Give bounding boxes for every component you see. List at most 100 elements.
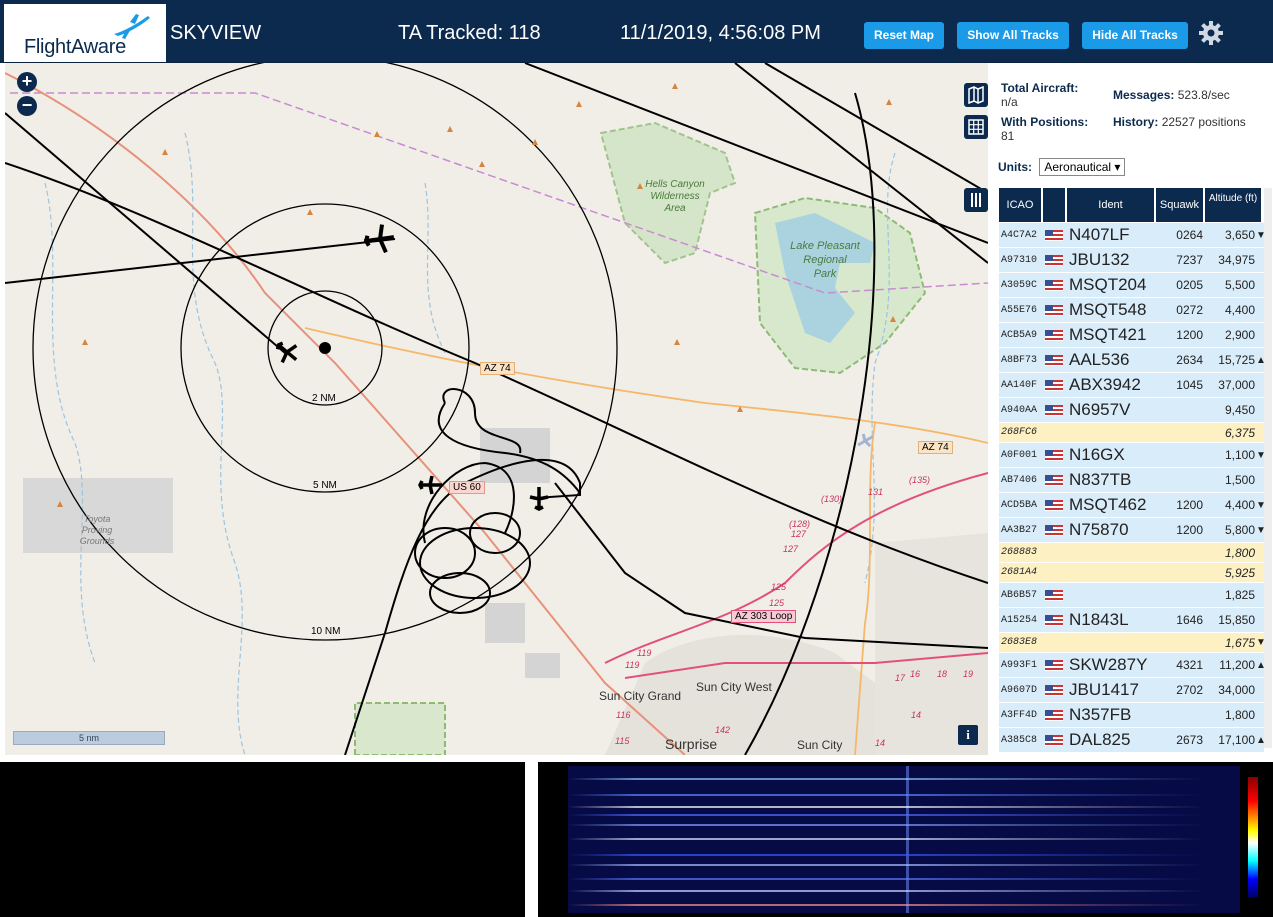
ident-cell: JBU132	[1069, 250, 1130, 269]
table-row[interactable]: A385C8 DAL825 2673 17,100 ▲	[999, 728, 1266, 753]
table-row[interactable]: 268FC6 6,375	[999, 423, 1264, 443]
us-flag-icon	[1045, 499, 1063, 511]
col-header-flag[interactable]	[1043, 188, 1065, 222]
us-flag-icon	[1045, 589, 1063, 601]
ring-label-10nm: 10 NM	[311, 626, 341, 637]
table-row[interactable]: A15254 N1843L 1646 15,850	[999, 608, 1264, 633]
icao-cell: A15254	[1001, 614, 1038, 626]
aircraft-icon[interactable]	[418, 475, 442, 495]
icao-cell: AB7406	[1001, 474, 1038, 486]
place-label-sun-city-west: Sun City West	[696, 680, 772, 694]
waterfall-signal-line	[568, 878, 1240, 880]
altitude-cell: 1,500	[1224, 473, 1255, 487]
milepost-label: 115	[615, 736, 630, 746]
milepost-label: 16	[910, 669, 921, 679]
zoom-out-button[interactable]: −	[17, 96, 37, 116]
table-row[interactable]: A97310 JBU132 7237 34,975	[999, 248, 1264, 273]
us-60-road	[5, 72, 686, 755]
hide-all-tracks-button[interactable]: Hide All Tracks	[1082, 22, 1188, 49]
map-view[interactable]: 2 NM 5 NM 10 NM AZ 74 AZ 74 US 60 AZ 303…	[5, 63, 988, 755]
icao-cell: A993F1	[1001, 659, 1038, 671]
altitude-cell: 34,000	[1218, 683, 1255, 697]
bottom-left-panel	[0, 762, 525, 917]
aircraft-icon[interactable]	[362, 223, 396, 255]
ident-cell: MSQT204	[1069, 275, 1147, 294]
icao-cell: A0F001	[1001, 449, 1038, 461]
table-row[interactable]: AB7406 N837TB 1,500	[999, 468, 1264, 493]
table-row[interactable]: 268883 1,800	[999, 543, 1264, 563]
us-flag-icon	[1045, 684, 1063, 696]
waterfall-signal-line	[568, 890, 1240, 892]
units-select[interactable]: Aeronautical ▾	[1039, 158, 1126, 176]
col-header-squawk[interactable]: Squawk	[1156, 188, 1203, 222]
altitude-cell: 1,800	[1224, 708, 1255, 722]
squawk-cell: 2634	[1176, 353, 1203, 367]
az-74-road	[304, 327, 988, 444]
zoom-in-button[interactable]: +	[17, 72, 37, 92]
table-row[interactable]: A940AA N6957V 9,450	[999, 398, 1264, 423]
ident-cell: ABX3942	[1069, 375, 1141, 394]
waterfall-signal-line	[568, 778, 1240, 780]
col-header-ident[interactable]: Ident	[1067, 188, 1154, 222]
table-row[interactable]: A0F001 N16GX 1,100 ▼	[999, 443, 1266, 468]
table-row[interactable]: ACD5BA MSQT462 1200 4,400 ▼	[999, 493, 1266, 518]
table-row[interactable]: 2683E8 1,675 ▼	[999, 633, 1266, 653]
info-button[interactable]: i	[958, 725, 978, 745]
table-row[interactable]: ACB5A9 MSQT421 1200 2,900	[999, 323, 1264, 348]
ident-cell: N16GX	[1069, 445, 1125, 464]
show-all-tracks-button[interactable]: Show All Tracks	[957, 22, 1069, 49]
altitude-cell: 2,900	[1224, 328, 1255, 342]
us-flag-icon	[1045, 279, 1063, 291]
squawk-cell	[1159, 443, 1203, 467]
us-flag-icon	[1045, 474, 1063, 486]
place-label-surprise: Surprise	[665, 736, 718, 752]
table-row[interactable]: AB6B57 1,825	[999, 583, 1264, 608]
flag-cell	[1045, 273, 1063, 297]
ident-cell: MSQT462	[1069, 495, 1147, 514]
columns-toggle-icon[interactable]	[964, 188, 988, 212]
table-row[interactable]: A3FF4D N357FB 1,800	[999, 703, 1264, 728]
col-header-icao[interactable]: ICAO	[999, 188, 1041, 222]
flag-cell	[1045, 373, 1063, 397]
squawk-cell	[1159, 468, 1203, 492]
ring-label-2nm: 2 NM	[312, 393, 336, 404]
table-row[interactable]: A4C7A2 N407LF 0264 3,650 ▼	[999, 223, 1266, 248]
color-scale-bar	[1248, 777, 1258, 897]
milepost-label: 119	[637, 648, 652, 658]
grid-toggle-icon[interactable]	[964, 115, 988, 139]
waterfall-signal-line	[568, 904, 1240, 906]
waterfall-signal-line	[568, 864, 1240, 866]
table-row[interactable]: A55E76 MSQT548 0272 4,400	[999, 298, 1264, 323]
table-row[interactable]: 2681A4 5,925	[999, 563, 1264, 583]
reset-map-button[interactable]: Reset Map	[864, 22, 944, 49]
squawk-cell: 7237	[1176, 253, 1203, 267]
map-layers-icon[interactable]	[964, 83, 988, 107]
table-row[interactable]: AA3B27 N75870 1200 5,800 ▼	[999, 518, 1266, 543]
col-header-altitude[interactable]: Altitude (ft)	[1205, 188, 1261, 222]
icao-cell: 2681A4	[1001, 567, 1038, 578]
waterfall-signal-line	[568, 814, 1240, 816]
table-body: A4C7A2 N407LF 0264 3,650 ▼ A97310 JBU132 7237 34…	[999, 223, 1266, 753]
place-label-sun-city: Sun City	[797, 738, 843, 752]
altitude-cell: 5,500	[1224, 278, 1255, 292]
icao-cell: ACD5BA	[1001, 499, 1038, 511]
aircraft-icon[interactable]	[271, 336, 304, 368]
place-label-lake-pleasant: Lake Pleasant Regional Park	[790, 240, 860, 280]
table-row[interactable]: A993F1 SKW287Y 4321 11,200 ▲	[999, 653, 1266, 678]
table-row[interactable]: A8BF73 AAL536 2634 15,725 ▲	[999, 348, 1266, 373]
us-flag-icon	[1045, 659, 1063, 671]
milepost-label: 14	[911, 710, 922, 720]
flightaware-logo[interactable]: FlightAware	[4, 4, 166, 62]
table-row[interactable]: AA140F ABX3942 1045 37,000	[999, 373, 1264, 398]
gear-icon[interactable]	[1198, 20, 1224, 46]
total-aircraft-stat: Total Aircraft: n/a	[1001, 81, 1079, 109]
squawk-cell	[1159, 423, 1203, 442]
us-flag-icon	[1045, 354, 1063, 366]
flag-cell	[1045, 583, 1063, 607]
table-row[interactable]: A9607D JBU1417 2702 34,000	[999, 678, 1264, 703]
table-row[interactable]: A3059C MSQT204 0205 5,500	[999, 273, 1264, 298]
scale-bar: 5 nm	[13, 731, 165, 745]
table-scrollbar[interactable]	[1264, 188, 1272, 748]
altitude-cell: 5,800	[1224, 523, 1255, 537]
aircraft-icon[interactable]	[529, 487, 549, 511]
